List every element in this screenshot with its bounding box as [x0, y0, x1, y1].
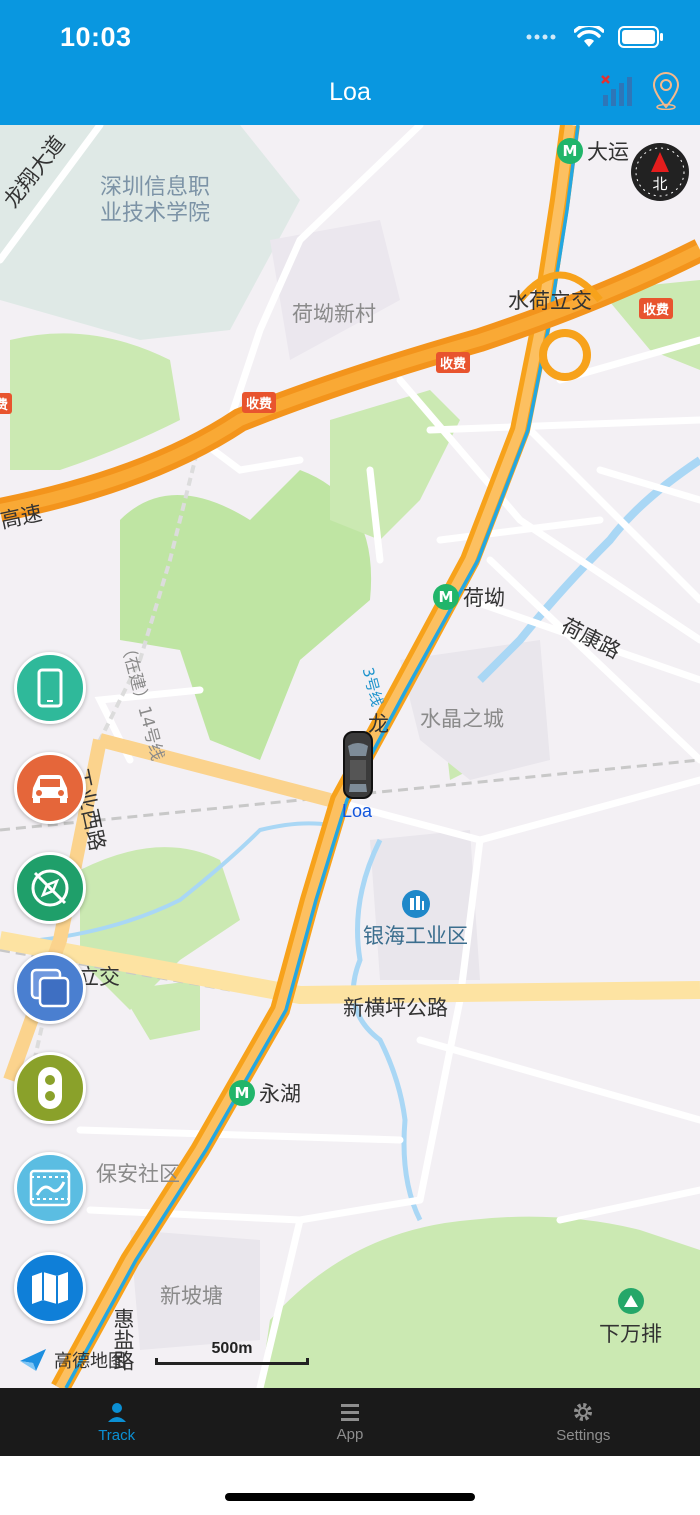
metro-station-label: 永湖 — [259, 1082, 301, 1106]
cellular-signal-icon — [526, 34, 556, 40]
map-label-baoan: 保安社区 — [96, 1162, 180, 1186]
toll-badge: 收费 — [436, 352, 471, 373]
traffic-light-icon — [38, 1067, 62, 1109]
map-scale: 500m — [155, 1340, 309, 1365]
map-label-yinhai: 银海工业区 — [363, 924, 468, 948]
tab-bar: Track App Settings — [0, 1388, 700, 1456]
compass-icon[interactable]: 北 — [630, 142, 690, 202]
tab-app[interactable]: App — [233, 1388, 466, 1456]
home-indicator[interactable] — [225, 1493, 475, 1501]
map-label-hebei-village: 荷坳新村 — [292, 302, 376, 326]
map-icon — [32, 1272, 68, 1304]
screen: 10:03 Loa 深圳信息职 业技术学院 龙翔大道 荷坳新村 水荷立交 高速 … — [0, 0, 700, 1515]
metro-icon: M — [433, 584, 459, 610]
compass-label: 北 — [652, 175, 667, 193]
tab-track[interactable]: Track — [0, 1388, 233, 1456]
gps-location-icon[interactable] — [650, 72, 682, 110]
vehicle-button[interactable] — [14, 752, 86, 824]
playback-button[interactable] — [14, 1152, 86, 1224]
vehicle-label: Loa — [342, 801, 373, 821]
navigation-toggle-button[interactable] — [14, 852, 86, 924]
map-provider-logo: 高德地图 — [18, 1347, 126, 1373]
tab-track-label: Track — [98, 1427, 136, 1444]
layers-icon — [30, 968, 70, 1008]
battery-icon — [618, 26, 663, 48]
nav-actions — [600, 72, 682, 110]
status-time: 10:03 — [60, 22, 132, 52]
map-label-school: 深圳信息职 业技术学院 — [100, 175, 211, 226]
tab-settings-label: Settings — [556, 1427, 611, 1444]
map-label-xinpotang: 新坡塘 — [160, 1284, 223, 1308]
wifi-icon — [574, 26, 604, 47]
metro-station-label: 大运 — [587, 140, 629, 164]
map-type-button[interactable] — [14, 1252, 86, 1324]
header-bar: 10:03 Loa — [0, 0, 700, 125]
status-icons — [526, 26, 664, 48]
phone-button[interactable] — [14, 652, 86, 724]
metro-icon: M — [229, 1080, 255, 1106]
map-label-xiawanpai: 下万排 — [599, 1322, 662, 1346]
car-icon — [32, 775, 68, 803]
tab-app-label: App — [336, 1426, 364, 1443]
scale-bar — [155, 1358, 309, 1365]
provider-label: 高德地图 — [54, 1351, 126, 1372]
tab-settings[interactable]: Settings — [467, 1388, 700, 1456]
park-icon — [618, 1288, 644, 1314]
metro-station-label: 荷坳 — [463, 586, 505, 610]
home-indicator-area — [0, 1456, 700, 1515]
track-person-icon — [107, 1403, 126, 1422]
industrial-zone-icon — [402, 890, 430, 918]
toll-badge: 收费 — [0, 393, 13, 414]
toll-badge: 收费 — [242, 392, 277, 413]
scale-label: 500m — [211, 1340, 253, 1357]
map-label-shuihe: 水荷立交 — [508, 289, 592, 313]
compass-off-icon — [31, 869, 69, 907]
toll-badge: 收费 — [639, 298, 674, 319]
film-route-icon — [29, 1169, 71, 1207]
page-title: Loa — [329, 78, 371, 106]
amap-logo-icon — [20, 1349, 46, 1371]
metro-station-dayun: M 大运 — [557, 136, 629, 166]
map-label-xinhengping: 新横坪公路 — [343, 996, 448, 1020]
gear-icon — [574, 1403, 593, 1421]
map-view[interactable]: 深圳信息职 业技术学院 龙翔大道 荷坳新村 水荷立交 高速 （在建）14号线 3… — [0, 125, 700, 1388]
metro-station-heao: M 荷坳 — [433, 582, 505, 612]
map-label-shuijing: 水晶之城 — [420, 707, 504, 731]
metro-station-yonghu: M 永湖 — [229, 1078, 301, 1108]
metro-icon: M — [557, 138, 583, 164]
layers-button[interactable] — [14, 952, 86, 1024]
vehicle-marker-icon[interactable] — [342, 730, 374, 800]
signal-status-icon[interactable] — [600, 73, 636, 109]
menu-icon — [340, 1404, 359, 1421]
phone-icon — [37, 668, 63, 708]
traffic-button[interactable] — [14, 1052, 86, 1124]
